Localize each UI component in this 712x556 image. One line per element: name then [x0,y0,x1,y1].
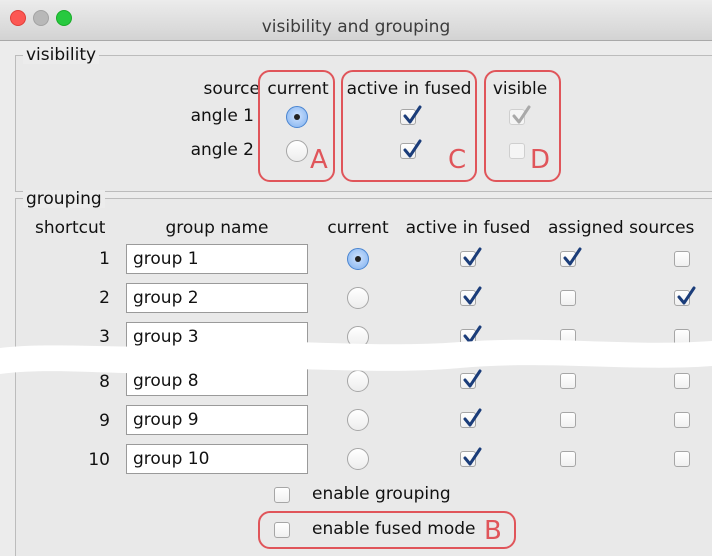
group-8-name-field[interactable] [126,366,308,396]
group-3-active-checkbox[interactable] [460,325,482,345]
group-8-current-radio[interactable] [347,370,369,392]
active-in-fused-header-grouping: active in fused [405,218,531,238]
enable-grouping-checkbox[interactable] [274,487,290,503]
assigned-sources-header: assigned sources [548,218,695,238]
group-9-current-radio[interactable] [347,409,369,431]
group-2-source-2-checkbox[interactable] [674,286,696,306]
group-10-current-radio[interactable] [347,448,369,470]
group-3-source-1-checkbox[interactable] [560,329,576,345]
annotation-c: C [448,145,467,175]
annotation-a: A [310,145,328,175]
enable-fused-mode-label: enable fused mode [312,519,476,539]
source-header: source [203,79,260,99]
annotation-b: B [484,516,502,546]
current-header-grouping: current [327,218,389,238]
dialog-window: visibility and grouping visibility sourc… [0,0,712,556]
visibility-panel [15,55,712,192]
group-1-source-2-checkbox[interactable] [674,251,690,267]
group-name-header: group name [165,218,269,238]
group-10-source-1-checkbox[interactable] [560,451,576,467]
group-3-source-2-checkbox[interactable] [674,329,690,345]
group-10-shortcut: 10 [88,450,110,470]
shortcut-header: shortcut [35,218,106,238]
visible-header: visible [492,79,548,99]
active-in-fused-header: active in fused [346,79,472,99]
angle-2-current-radio[interactable] [286,140,308,162]
enable-grouping-label: enable grouping [312,484,451,504]
group-3-shortcut: 3 [99,327,110,347]
angle-1-visible-checkbox [509,105,531,125]
group-1-source-1-checkbox[interactable] [560,247,582,267]
angle-1-active-checkbox[interactable] [400,105,422,125]
angle-1-label: angle 1 [190,106,254,126]
group-2-source-1-checkbox[interactable] [560,290,576,306]
angle-2-label: angle 2 [190,140,254,160]
group-10-active-checkbox[interactable] [460,447,482,467]
group-9-active-checkbox[interactable] [460,408,482,428]
group-1-name-field[interactable] [126,244,308,274]
group-9-source-1-checkbox[interactable] [560,412,576,428]
group-8-shortcut: 8 [99,372,110,392]
angle-2-visible-checkbox [509,143,525,159]
group-8-source-2-checkbox[interactable] [674,373,690,389]
group-3-current-radio[interactable] [347,326,369,348]
group-9-source-2-checkbox[interactable] [674,412,690,428]
group-3-name-field[interactable] [126,322,308,352]
group-1-current-radio[interactable] [347,248,369,270]
group-9-shortcut: 9 [99,411,110,431]
angle-1-current-radio[interactable] [286,106,308,128]
current-header: current [267,79,329,99]
group-8-active-checkbox[interactable] [460,369,482,389]
group-2-active-checkbox[interactable] [460,286,482,306]
angle-2-active-checkbox[interactable] [400,139,422,159]
grouping-legend: grouping [23,190,105,208]
enable-fused-mode-checkbox[interactable] [274,522,290,538]
group-8-source-1-checkbox[interactable] [560,373,576,389]
group-1-shortcut: 1 [99,249,110,269]
group-1-active-checkbox[interactable] [460,247,482,267]
group-2-name-field[interactable] [126,283,308,313]
group-2-shortcut: 2 [99,288,110,308]
visibility-legend: visibility [23,46,100,64]
group-10-source-2-checkbox[interactable] [674,451,690,467]
title-bar: visibility and grouping [0,0,712,41]
window-title: visibility and grouping [261,17,451,37]
group-2-current-radio[interactable] [347,287,369,309]
group-9-name-field[interactable] [126,405,308,435]
annotation-d: D [530,145,551,175]
group-10-name-field[interactable] [126,444,308,474]
